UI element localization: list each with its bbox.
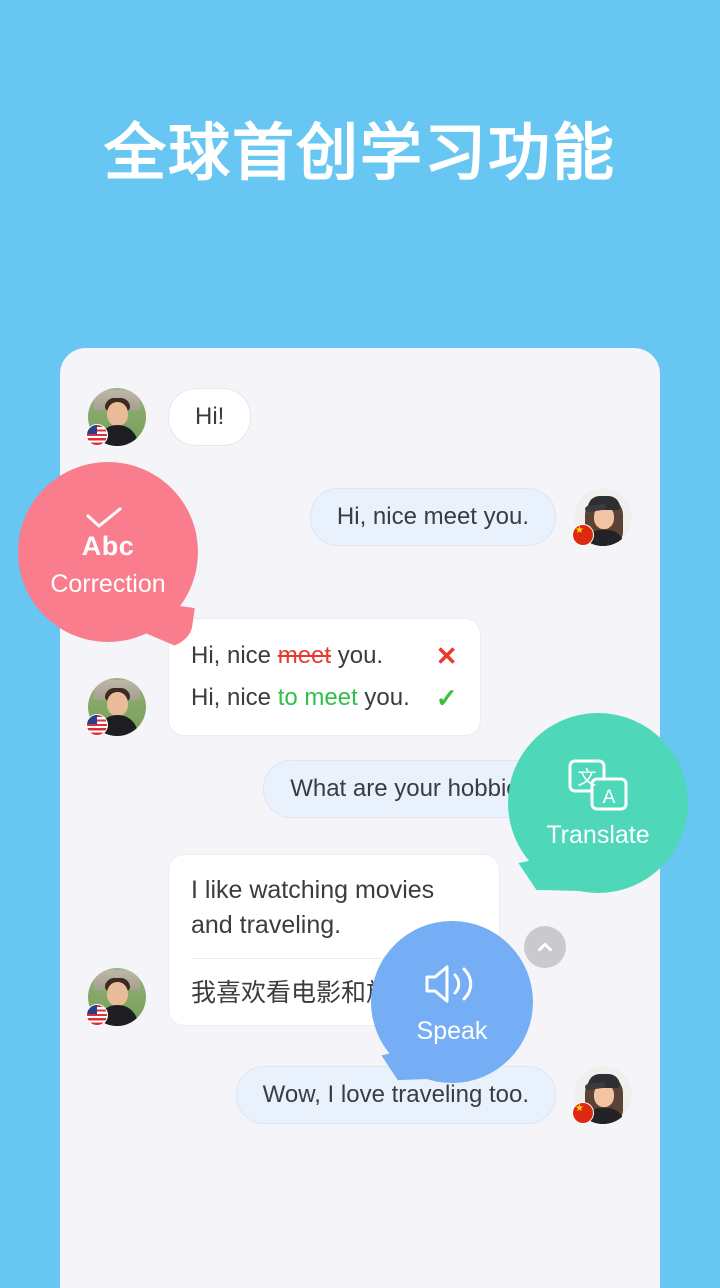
speaker-icon bbox=[425, 965, 473, 1002]
abc-label: Abc bbox=[81, 531, 135, 561]
avatar[interactable] bbox=[572, 488, 632, 546]
callout-speak[interactable]: Speak bbox=[371, 921, 533, 1091]
correction-original-prefix: Hi, nice bbox=[191, 641, 278, 669]
correction-card[interactable]: Hi, nice meet you. ✕ Hi, nice to meet yo… bbox=[168, 618, 481, 737]
chat-row: Hi! bbox=[86, 388, 252, 446]
chevron-up-icon bbox=[538, 942, 552, 952]
callout-label: Speak bbox=[416, 1016, 488, 1045]
us-flag-icon bbox=[86, 424, 108, 446]
correction-original-suffix: you. bbox=[331, 641, 384, 669]
page-title: 全球首创学习功能 bbox=[103, 119, 616, 188]
correction-fixed-line: Hi, nice to meet you. ✓ bbox=[191, 677, 458, 719]
correction-original-line: Hi, nice meet you. ✕ bbox=[191, 635, 458, 677]
cn-flag-icon bbox=[572, 1102, 594, 1124]
correction-error-word: meet bbox=[277, 641, 332, 669]
svg-text:文: 文 bbox=[577, 767, 596, 789]
svg-text:A: A bbox=[603, 787, 616, 808]
correction-fixed-word: to meet bbox=[277, 683, 358, 711]
translate-icon: 文 A bbox=[568, 759, 628, 810]
cross-icon: ✕ bbox=[435, 641, 458, 671]
avatar[interactable] bbox=[86, 388, 146, 446]
check-icon: ✓ bbox=[435, 683, 458, 714]
avatar[interactable] bbox=[86, 678, 146, 737]
us-flag-icon bbox=[86, 1004, 108, 1026]
check-abc-icon: Abc bbox=[82, 507, 135, 560]
check-icon bbox=[86, 507, 122, 528]
callout-label: Translate bbox=[546, 820, 650, 849]
chat-row: Hi, nice meet you. bbox=[309, 488, 632, 546]
message-bubble[interactable]: Hi, nice meet you. bbox=[309, 488, 556, 546]
callout-translate[interactable]: 文 A Translate bbox=[508, 713, 688, 903]
callout-correction[interactable]: Abc Correction bbox=[18, 462, 198, 652]
correction-fixed-suffix: you. bbox=[357, 683, 410, 711]
scroll-to-top-button[interactable] bbox=[524, 926, 566, 968]
callout-label: Correction bbox=[50, 570, 166, 598]
correction-fixed-prefix: Hi, nice bbox=[191, 683, 278, 711]
avatar[interactable] bbox=[86, 968, 146, 1026]
avatar[interactable] bbox=[572, 1066, 632, 1124]
cn-flag-icon bbox=[572, 524, 594, 546]
message-bubble[interactable]: Hi! bbox=[168, 388, 252, 446]
